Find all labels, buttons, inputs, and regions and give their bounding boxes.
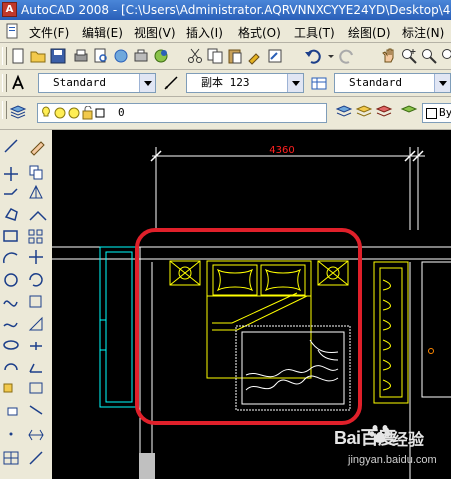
menu-view[interactable]: 视图(V) [134,24,176,41]
copy-icon[interactable] [206,47,224,65]
dimension-style-dropdown[interactable]: 副本 123 [186,73,304,93]
menu-edit[interactable]: 编辑(E) [82,24,123,41]
layer-previous-icon[interactable] [355,103,373,121]
layers-toolbar: 0 By [0,97,451,130]
plot-icon[interactable] [132,47,150,65]
make-current-layer-icon[interactable] [335,103,353,121]
publish-icon[interactable] [112,47,130,65]
save-icon[interactable] [49,47,67,65]
menu-tools[interactable]: 工具(T) [294,24,335,41]
marker-point [428,348,434,354]
menu-insert[interactable]: 插入(I) [186,24,223,41]
layer-state-icons[interactable] [40,106,112,120]
layer-states-icon[interactable] [375,103,393,121]
window-title: AutoCAD 2008 - [C:\Users\Administrator.A… [21,3,451,17]
print-preview-icon[interactable] [92,47,110,65]
watermark-url: jingyan.baidu.com [348,454,437,466]
zoom-realtime-icon[interactable] [400,47,418,65]
menu-draw[interactable]: 绘图(D) [348,24,391,41]
open-folder-icon[interactable] [29,47,47,65]
menu-file[interactable]: 文件(F) [29,24,69,41]
standard-toolbar [0,43,451,70]
styles-toolbar: Standard 副本 123 Standard [0,70,451,97]
match-properties-icon[interactable] [246,47,264,65]
table-style-value: Standard [349,76,402,89]
watermark-logo: Bai百度 [334,428,396,448]
text-style-icon[interactable] [9,74,27,92]
undo-icon[interactable] [304,47,322,65]
dimension-style-icon[interactable] [162,74,180,92]
dimension-line [150,147,425,230]
color-control-dropdown[interactable]: By [422,103,451,123]
text-style-dropdown[interactable]: Standard [38,73,156,93]
chevron-down-icon[interactable] [434,74,450,92]
menu-dimension[interactable]: 标注(N) [402,24,444,41]
draw-modify-toolbar [0,130,53,479]
redo-icon[interactable] [338,47,356,65]
dimension-style-value: 副本 123 [201,76,250,89]
modify-toolbar-icons [28,141,47,465]
window [99,246,139,408]
gray-block [139,453,155,479]
toolbar-icons [3,139,47,465]
table-style-icon[interactable] [310,74,328,92]
baidu-watermark: Bai百度 经验 jingyan.baidu.com [326,420,451,479]
3d-dwf-icon[interactable] [152,47,170,65]
carpet [235,325,351,411]
chevron-down-icon[interactable] [287,74,303,92]
document-icon[interactable] [4,23,20,39]
print-icon[interactable] [72,47,90,65]
table-style-dropdown[interactable]: Standard [334,73,451,93]
draw-toolbar-icons [3,139,19,465]
zoom-previous-icon[interactable] [440,47,451,65]
current-layer-name: 0 [118,106,125,119]
cut-icon[interactable] [186,47,204,65]
color-control-value: By [439,106,451,119]
watermark-title: 经验 [392,430,425,449]
color-control-icon[interactable] [400,103,418,121]
menu-bar: 文件(F) 编辑(E) 视图(V) 插入(I) 格式(O) 工具(T) 绘图(D… [0,20,451,43]
autocad-app-icon[interactable]: A [2,2,17,17]
layer-properties-icon[interactable] [9,103,27,121]
chevron-down-icon[interactable] [139,74,155,92]
paste-icon[interactable] [226,47,244,65]
color-swatch [426,108,437,119]
new-file-icon[interactable] [9,47,27,65]
toolbar-grip[interactable] [2,47,7,65]
pan-realtime-icon[interactable] [380,47,398,65]
menu-format[interactable]: 格式(O) [238,24,281,41]
zoom-window-icon[interactable] [420,47,438,65]
text-style-value: Standard [53,76,106,89]
title-bar: A AutoCAD 2008 - [C:\Users\Administrator… [0,0,451,20]
layer-control-dropdown[interactable]: 0 [37,103,327,123]
block-editor-icon[interactable] [266,47,284,65]
toolbar-grip[interactable] [2,74,7,92]
toolbar-grip[interactable] [2,101,7,119]
dimension-text: 4360 [269,145,294,156]
